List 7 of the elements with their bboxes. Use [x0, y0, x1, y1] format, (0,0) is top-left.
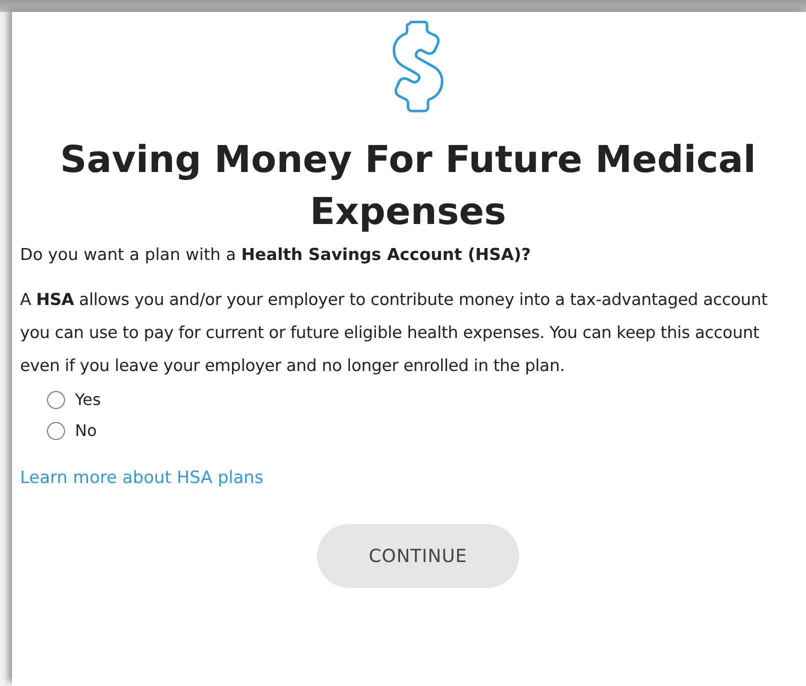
page-title: Saving Money For Future Medical Expenses	[59, 137, 757, 235]
radio-button[interactable]	[47, 390, 65, 408]
description-text: A HSA allows you and/or your employer to contribute money into a tax-advantaged account you can use to pay for current or future eligible health expenses. You can keep this account even if you leave your employer and no longer enrolled in the plan.	[20, 289, 768, 377]
radio-button[interactable]	[47, 422, 65, 440]
question-text: Do you want a plan with a Health Savings Account (HSA)?	[20, 244, 532, 266]
option-label[interactable]: No	[75, 421, 97, 440]
option-label[interactable]: Yes	[75, 390, 101, 409]
